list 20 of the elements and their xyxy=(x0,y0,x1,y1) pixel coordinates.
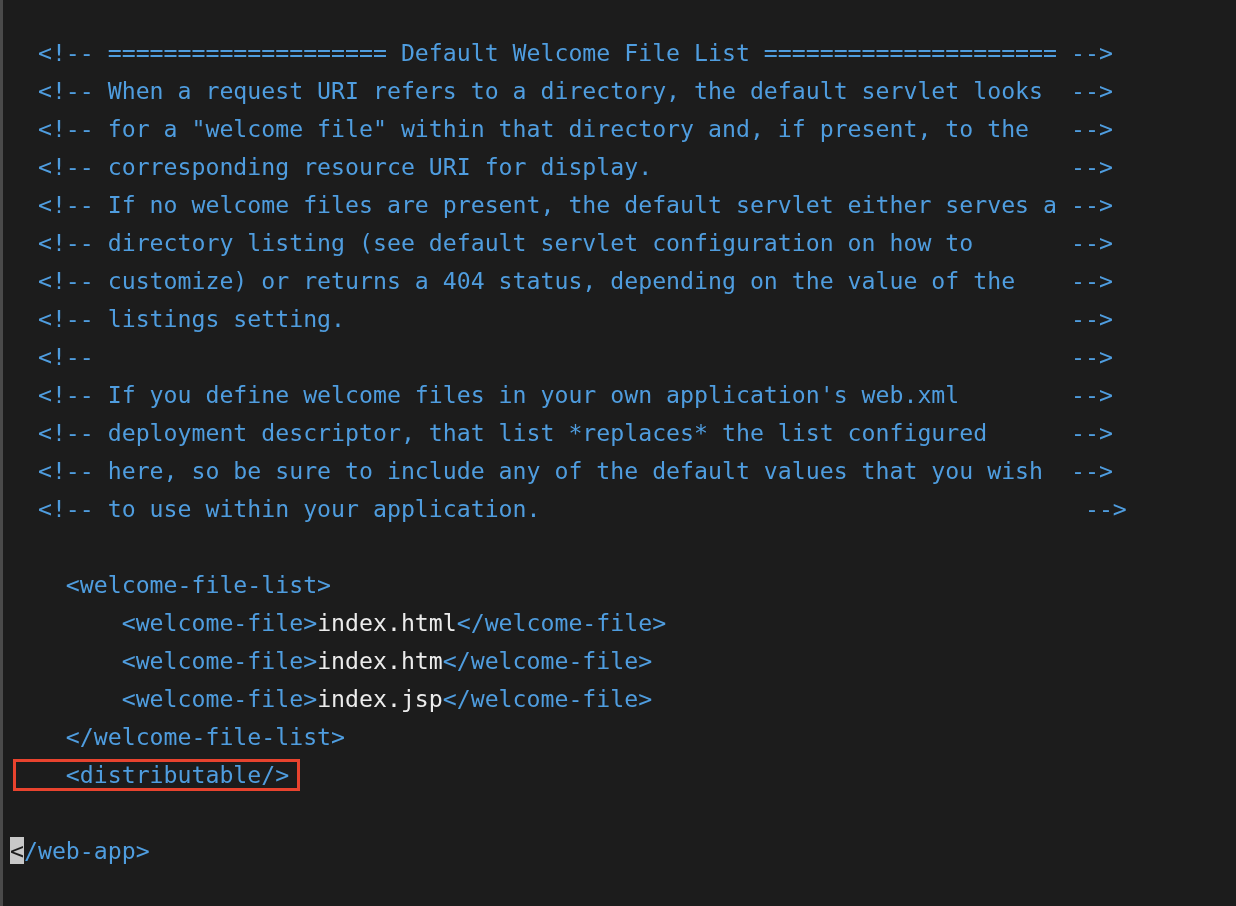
code-line: <!-- listings setting. --> xyxy=(36,304,1113,334)
code-line: <!-- to use within your application. --> xyxy=(36,494,1127,524)
code-line: <!-- If you define welcome files in your own application's web.xml --> xyxy=(36,380,1113,410)
code-line: <welcome-file-list> xyxy=(64,570,332,600)
code-line: <!-- deployment descriptor, that list *replaces* the list configured --> xyxy=(36,418,1113,448)
highlighted-code-line: <distributable/> xyxy=(10,756,304,794)
code-line: <welcome-file>index.htm</welcome-file> xyxy=(120,646,653,676)
code-line: <!-- here, so be sure to include any of the default values that you wish --> xyxy=(36,456,1113,486)
code-line: <!-- customize) or returns a 404 status, depending on the value of the --> xyxy=(36,266,1113,296)
code-line: <!-- for a "welcome file" within that directory and, if present, to the --> xyxy=(36,114,1113,144)
code-line: <welcome-file>index.jsp</welcome-file> xyxy=(120,684,653,714)
code-line: <!-- If no welcome files are present, the default servlet either serves a --> xyxy=(36,190,1113,220)
code-line: <!-- --> xyxy=(36,342,1113,372)
code-line: </web-app> xyxy=(10,836,150,866)
code-line: <!-- directory listing (see default servlet configuration on how to --> xyxy=(36,228,1113,258)
code-line: <welcome-file>index.html</welcome-file> xyxy=(120,608,667,638)
code-line: </welcome-file-list> xyxy=(64,722,346,752)
code-line: <!-- corresponding resource URI for display. --> xyxy=(36,152,1113,182)
code-line: <!-- ==================== Default Welcome File List ===================== --> xyxy=(36,38,1113,68)
code-line: <!-- When a request URI refers to a directory, the default servlet looks --> xyxy=(36,76,1113,106)
